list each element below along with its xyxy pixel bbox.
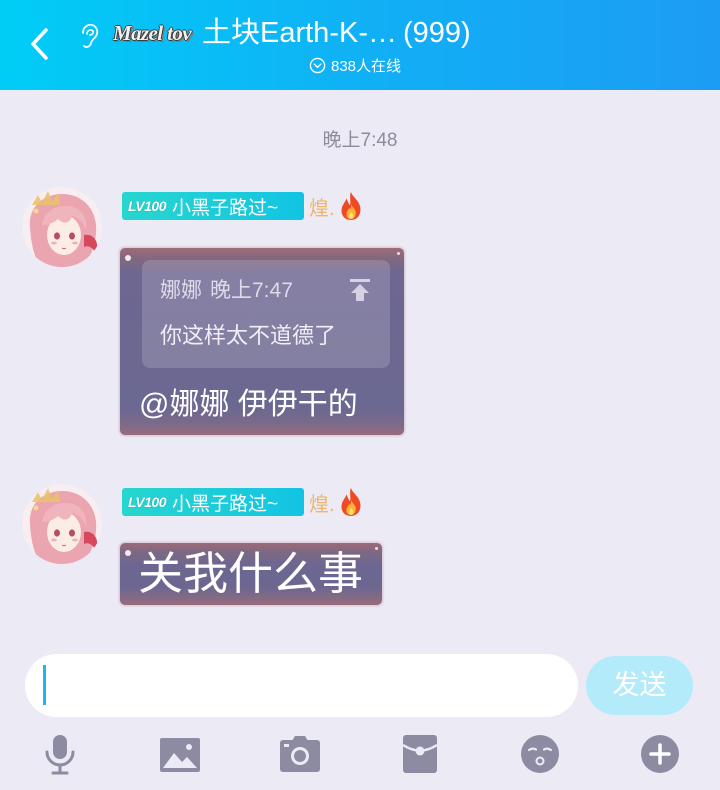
message-bubble[interactable]: 关我什么事: [120, 543, 382, 605]
fire-icon: [341, 488, 361, 516]
back-chevron-icon: [31, 28, 48, 60]
more-button[interactable]: [638, 732, 682, 776]
chevron-down-circle-icon: [309, 57, 326, 73]
sender-info: LV100 小黑子路过~ 煌.: [122, 191, 365, 221]
level-label: LV100: [128, 494, 166, 510]
avatar-image: [22, 484, 102, 564]
avatar[interactable]: [22, 484, 102, 564]
quote-text: 你这样太不道德了: [160, 323, 337, 348]
red-packet-icon: [402, 735, 438, 773]
sender-name-badge[interactable]: LV100 小黑子路过~: [122, 488, 304, 516]
emoji-icon: [521, 735, 559, 773]
quoted-message[interactable]: 娜娜 晚上7:47 你这样太不道德了: [142, 260, 390, 368]
image-icon: [160, 738, 200, 772]
mic-icon: [45, 735, 75, 775]
sender-info: LV100 小黑子路过~ 煌.: [122, 487, 365, 517]
camera-button[interactable]: [278, 732, 322, 776]
photo-button[interactable]: [158, 732, 202, 776]
avatar-image: [22, 187, 102, 267]
message-input-box[interactable]: [25, 654, 578, 717]
fire-icon: [341, 192, 361, 220]
text-cursor: [43, 665, 46, 705]
sender-name: 小黑子路过~: [171, 197, 279, 219]
group-badge-logo: Mazel tov: [113, 21, 192, 45]
quote-meta: 娜娜 晚上7:47: [160, 277, 293, 305]
voice-button[interactable]: [38, 732, 82, 776]
plus-icon: [641, 735, 679, 773]
ear-icon: [79, 23, 99, 49]
red-packet-button[interactable]: [398, 732, 442, 776]
level-label: LV100: [128, 198, 166, 214]
jump-to-top-icon[interactable]: [348, 278, 372, 302]
back-button[interactable]: [28, 26, 52, 62]
sender-name-badge[interactable]: LV100 小黑子路过~: [122, 192, 304, 220]
emoji-button[interactable]: [518, 732, 562, 776]
member-count: (999): [402, 17, 471, 49]
message-text: 关我什么事: [138, 548, 364, 599]
camera-icon: [280, 736, 320, 772]
send-button[interactable]: 发送: [586, 656, 693, 715]
message-timestamp: 晚上7:48: [322, 130, 398, 151]
message-text: @娜娜 伊伊干的: [139, 388, 358, 421]
honor-title: 煌.: [309, 197, 335, 220]
quote-time: 晚上7:47: [210, 279, 293, 302]
honor-title: 煌.: [309, 493, 335, 516]
avatar[interactable]: [22, 187, 102, 267]
quote-author: 娜娜: [160, 279, 202, 302]
online-count: 838人在线: [331, 57, 402, 75]
sender-name: 小黑子路过~: [171, 493, 279, 515]
group-name: 土块Earth-K-…: [202, 17, 397, 49]
message-bubble[interactable]: 娜娜 晚上7:47 你这样太不道德了 @娜娜 伊伊干的: [120, 248, 404, 435]
message-input[interactable]: [47, 662, 557, 709]
group-title[interactable]: 土块Earth-K-… (999): [202, 12, 471, 54]
online-status[interactable]: 838人在线: [309, 54, 401, 76]
chat-header: Mazel tov 土块Earth-K-… (999) 838人在线: [0, 0, 720, 90]
